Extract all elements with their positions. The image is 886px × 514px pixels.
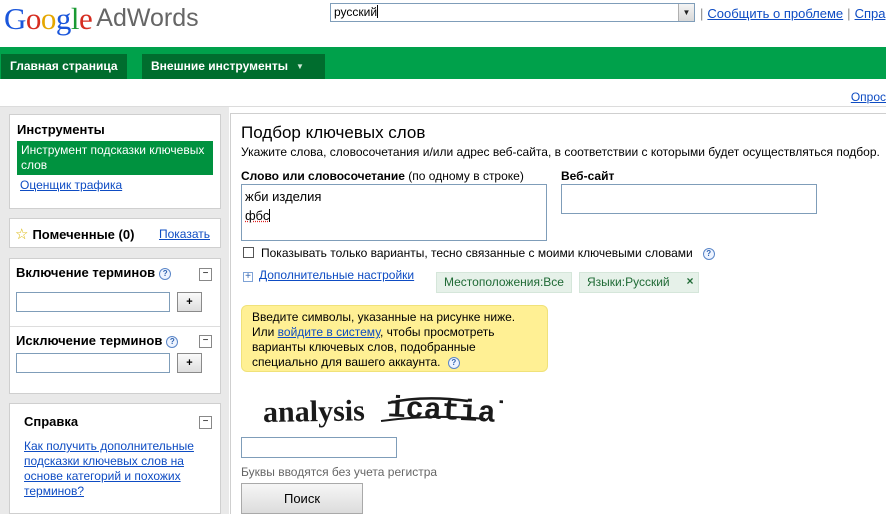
page-subtitle: Укажите слова, словосочетания и/или адре…: [241, 145, 880, 159]
captcha-hint: Буквы вводятся без учета регистра: [241, 465, 438, 479]
captcha-word: analysis: [263, 394, 365, 429]
tools-title: Инструменты: [17, 122, 105, 137]
main-content: Подбор ключевых слов Укажите слова, слов…: [230, 107, 886, 514]
location-filter-chip[interactable]: Местоположения:Все: [436, 272, 572, 293]
sidebar-item-traffic-estimator[interactable]: Оценщик трафика: [17, 178, 213, 192]
closely-related-label: Показывать только варианты, тесно связан…: [261, 246, 693, 260]
search-button[interactable]: Поиск: [241, 483, 363, 514]
starred-label: Помеченные (0): [32, 227, 135, 242]
exclude-terms-title: Исключение терминов: [16, 333, 163, 348]
keyword-line-current: фбс: [245, 208, 271, 223]
remove-chip-icon[interactable]: ×: [681, 272, 699, 293]
website-input[interactable]: [561, 184, 817, 214]
collapse-help-icon[interactable]: −: [199, 416, 212, 429]
text-cursor: [377, 5, 379, 18]
exclude-terms-header: Исключение терминов?: [16, 333, 179, 348]
sidebar-item-keyword-tool[interactable]: Инструмент подсказки ключевых слов: [17, 141, 213, 175]
page-title: Подбор ключевых слов: [241, 123, 426, 142]
language-select-value: русский: [334, 5, 378, 19]
sidebar: Инструменты Инструмент подсказки ключевы…: [0, 107, 229, 514]
star-icon: ☆: [15, 226, 29, 243]
help-icon[interactable]: ?: [447, 357, 460, 369]
advanced-settings-row: + Дополнительные настройки: [243, 268, 414, 290]
keyword-field-label: Слово или словосочетание (по одному в ст…: [241, 169, 524, 183]
tab-home[interactable]: Главная страница: [1, 54, 127, 79]
help-icon[interactable]: ?: [159, 268, 172, 280]
keyword-tool-panel: Подбор ключевых слов Укажите слова, слов…: [230, 113, 886, 514]
google-wordmark: Google: [4, 1, 93, 36]
help-box: Справка − Как получить дополнительные по…: [9, 403, 221, 514]
chevron-down-icon: ▼: [296, 62, 304, 71]
captcha-notice: Введите символы, указанные на рисунке ни…: [241, 305, 548, 372]
closely-related-checkbox[interactable]: [243, 247, 254, 258]
report-problem-link[interactable]: Сообщить о проблеме: [707, 6, 843, 21]
language-select[interactable]: русский ▼: [330, 3, 695, 22]
help-title: Справка: [24, 414, 79, 429]
help-icon[interactable]: ?: [166, 336, 179, 348]
expand-plus-icon[interactable]: +: [243, 272, 253, 282]
keyword-line: жби изделия: [245, 189, 322, 204]
captcha-input[interactable]: [241, 437, 397, 458]
starred-box: ☆ Помеченные (0) Показать: [9, 218, 221, 248]
include-terms-input[interactable]: [16, 292, 170, 312]
text-cursor: [269, 209, 271, 222]
tab-external-tools-label: Внешние инструменты: [151, 59, 289, 73]
top-links: | Сообщить о проблеме | Спра: [700, 6, 886, 21]
collapse-include-icon[interactable]: −: [199, 268, 212, 281]
keyword-textarea[interactable]: жби изделия фбс: [241, 184, 547, 241]
include-terms-header: Включение терминов?: [16, 265, 214, 280]
collapse-exclude-icon[interactable]: −: [199, 335, 212, 348]
adwords-wordmark: AdWords: [96, 4, 199, 32]
starred-show-link[interactable]: Показать: [159, 227, 210, 241]
advanced-settings-link[interactable]: Дополнительные настройки: [259, 268, 414, 282]
captcha-image: analysis icatial: [263, 392, 503, 429]
tools-box: Инструменты Инструмент подсказки ключевы…: [9, 114, 221, 209]
sign-in-link[interactable]: войдите в систему: [278, 325, 380, 339]
terms-box: Включение терминов? − + Исключение терми…: [9, 258, 221, 394]
survey-link[interactable]: Опрос: [851, 90, 886, 104]
help-top-link[interactable]: Спра: [855, 6, 886, 21]
google-adwords-logo[interactable]: Google AdWords: [4, 1, 199, 37]
closely-related-row: Показывать только варианты, тесно связан…: [243, 246, 715, 260]
help-icon[interactable]: ?: [702, 248, 715, 260]
add-exclude-term-button[interactable]: +: [177, 353, 202, 373]
main-nav-bar: Главная страница Внешние инструменты ▼: [0, 47, 886, 79]
dropdown-arrow-icon[interactable]: ▼: [678, 4, 694, 21]
website-field-label: Веб-сайт: [561, 169, 615, 183]
tab-external-tools[interactable]: Внешние инструменты ▼: [142, 54, 325, 79]
add-include-term-button[interactable]: +: [177, 292, 202, 312]
include-terms-title: Включение терминов: [16, 265, 156, 280]
help-article-link[interactable]: Как получить дополнительные подсказки кл…: [24, 439, 194, 498]
divider: [10, 326, 220, 327]
exclude-terms-input[interactable]: [16, 353, 170, 373]
